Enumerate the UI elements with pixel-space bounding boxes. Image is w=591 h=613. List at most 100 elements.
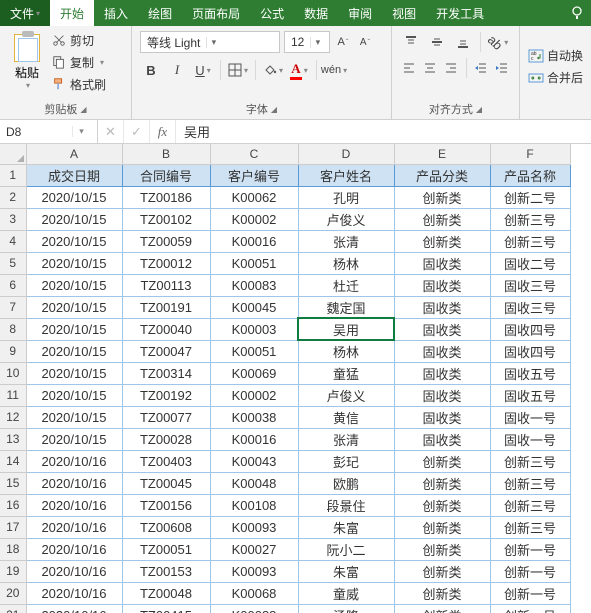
align-left-button[interactable] — [400, 57, 417, 79]
cell[interactable]: K00083 — [210, 274, 298, 296]
row-header[interactable]: 21 — [0, 604, 26, 613]
cell[interactable]: 2020/10/15 — [26, 362, 122, 384]
menu-tab-5[interactable]: 数据 — [294, 0, 338, 26]
cell[interactable]: K00027 — [210, 538, 298, 560]
increase-font-button[interactable]: Aˆ — [334, 32, 352, 52]
decrease-indent-button[interactable] — [473, 57, 490, 79]
cell[interactable]: K00093 — [210, 560, 298, 582]
increase-indent-button[interactable] — [494, 57, 511, 79]
cell[interactable]: 童威 — [298, 582, 394, 604]
header-cell[interactable]: 客户姓名 — [298, 164, 394, 186]
cell[interactable]: 固收类 — [394, 406, 490, 428]
menu-tab-2[interactable]: 绘图 — [138, 0, 182, 26]
cell[interactable]: TZ00102 — [122, 208, 210, 230]
cell[interactable]: 2020/10/16 — [26, 582, 122, 604]
cell[interactable]: 固收四号 — [490, 318, 570, 340]
cell[interactable]: 创新类 — [394, 450, 490, 472]
cell[interactable]: TZ00012 — [122, 252, 210, 274]
cell[interactable]: 2020/10/15 — [26, 252, 122, 274]
cell[interactable]: 2020/10/15 — [26, 296, 122, 318]
cell[interactable]: 创新类 — [394, 538, 490, 560]
cell[interactable]: TZ00045 — [122, 472, 210, 494]
cell[interactable]: 固收三号 — [490, 274, 570, 296]
header-cell[interactable]: 产品分类 — [394, 164, 490, 186]
menu-file[interactable]: 文件▾ — [0, 0, 50, 26]
cell[interactable]: 固收一号 — [490, 406, 570, 428]
cell[interactable]: 创新类 — [394, 560, 490, 582]
cell[interactable]: TZ00153 — [122, 560, 210, 582]
cell[interactable]: 固收一号 — [490, 428, 570, 450]
name-box[interactable]: ▾ — [0, 120, 98, 143]
column-header[interactable]: B — [122, 144, 210, 164]
cancel-formula-button[interactable]: ✕ — [98, 120, 124, 143]
cell[interactable]: 杜迁 — [298, 274, 394, 296]
row-header[interactable]: 5 — [0, 252, 26, 274]
header-cell[interactable]: 产品名称 — [490, 164, 570, 186]
cell[interactable]: 创新类 — [394, 186, 490, 208]
cell[interactable]: 固收类 — [394, 428, 490, 450]
cell[interactable]: 创新三号 — [490, 230, 570, 252]
cell[interactable]: 创新三号 — [490, 516, 570, 538]
cut-button[interactable]: 剪切 — [52, 30, 106, 50]
copy-button[interactable]: 复制▾ — [52, 52, 106, 72]
cell[interactable]: 吴用 — [298, 318, 394, 340]
decrease-font-button[interactable]: Aˇ — [356, 32, 374, 52]
cell[interactable]: 创新一号 — [490, 604, 570, 613]
cell[interactable]: K00002 — [210, 384, 298, 406]
cell[interactable]: 固收类 — [394, 296, 490, 318]
column-header[interactable]: E — [394, 144, 490, 164]
cell[interactable]: 创新类 — [394, 208, 490, 230]
cell[interactable]: 2020/10/15 — [26, 208, 122, 230]
dialog-launcher-icon[interactable]: ◢ — [80, 105, 86, 114]
cell[interactable]: 2020/10/16 — [26, 560, 122, 582]
cell[interactable]: 汤隆 — [298, 604, 394, 613]
row-header[interactable]: 3 — [0, 208, 26, 230]
enter-formula-button[interactable]: ✓ — [124, 120, 150, 143]
dialog-launcher-icon[interactable]: ◢ — [476, 105, 482, 114]
cell[interactable]: TZ00028 — [122, 428, 210, 450]
cell[interactable]: 2020/10/15 — [26, 186, 122, 208]
cell[interactable]: K00038 — [210, 406, 298, 428]
formula-input[interactable]: 吴用 — [176, 120, 591, 143]
cell[interactable]: K00069 — [210, 362, 298, 384]
cell[interactable]: 欧鹏 — [298, 472, 394, 494]
cell[interactable]: 朱富 — [298, 516, 394, 538]
row-header[interactable]: 18 — [0, 538, 26, 560]
cell[interactable]: TZ00040 — [122, 318, 210, 340]
cell[interactable]: 孔明 — [298, 186, 394, 208]
cell[interactable]: TZ00059 — [122, 230, 210, 252]
row-header[interactable]: 10 — [0, 362, 26, 384]
row-header[interactable]: 15 — [0, 472, 26, 494]
menu-tab-7[interactable]: 视图 — [382, 0, 426, 26]
cell[interactable]: 杨林 — [298, 340, 394, 362]
cell[interactable]: K00045 — [210, 296, 298, 318]
menu-tab-3[interactable]: 页面布局 — [182, 0, 250, 26]
cell[interactable]: 创新类 — [394, 230, 490, 252]
cell[interactable]: K00068 — [210, 582, 298, 604]
cell[interactable]: TZ00314 — [122, 362, 210, 384]
cell[interactable]: 固收类 — [394, 252, 490, 274]
cell[interactable]: K00051 — [210, 252, 298, 274]
cell[interactable]: TZ00186 — [122, 186, 210, 208]
align-right-button[interactable] — [443, 57, 460, 79]
cell[interactable]: 彭玘 — [298, 450, 394, 472]
cell[interactable]: TZ00192 — [122, 384, 210, 406]
cell[interactable]: TZ00191 — [122, 296, 210, 318]
cell[interactable]: 创新三号 — [490, 450, 570, 472]
row-header[interactable]: 14 — [0, 450, 26, 472]
cell[interactable]: TZ00403 — [122, 450, 210, 472]
cell[interactable]: TZ00156 — [122, 494, 210, 516]
row-header[interactable]: 13 — [0, 428, 26, 450]
cell[interactable]: 固收四号 — [490, 340, 570, 362]
cell[interactable]: K00051 — [210, 340, 298, 362]
chevron-down-icon[interactable]: ▾ — [72, 126, 90, 137]
cell[interactable]: 创新类 — [394, 604, 490, 613]
border-button[interactable]: ▾ — [227, 59, 249, 81]
cell[interactable]: 创新二号 — [490, 186, 570, 208]
column-header[interactable]: F — [490, 144, 570, 164]
orientation-button[interactable]: ab▾ — [487, 31, 509, 53]
align-bottom-button[interactable] — [452, 31, 474, 53]
merge-center-button[interactable]: 合并后 — [528, 68, 583, 88]
cell[interactable]: 固收三号 — [490, 296, 570, 318]
cell[interactable]: 段景住 — [298, 494, 394, 516]
